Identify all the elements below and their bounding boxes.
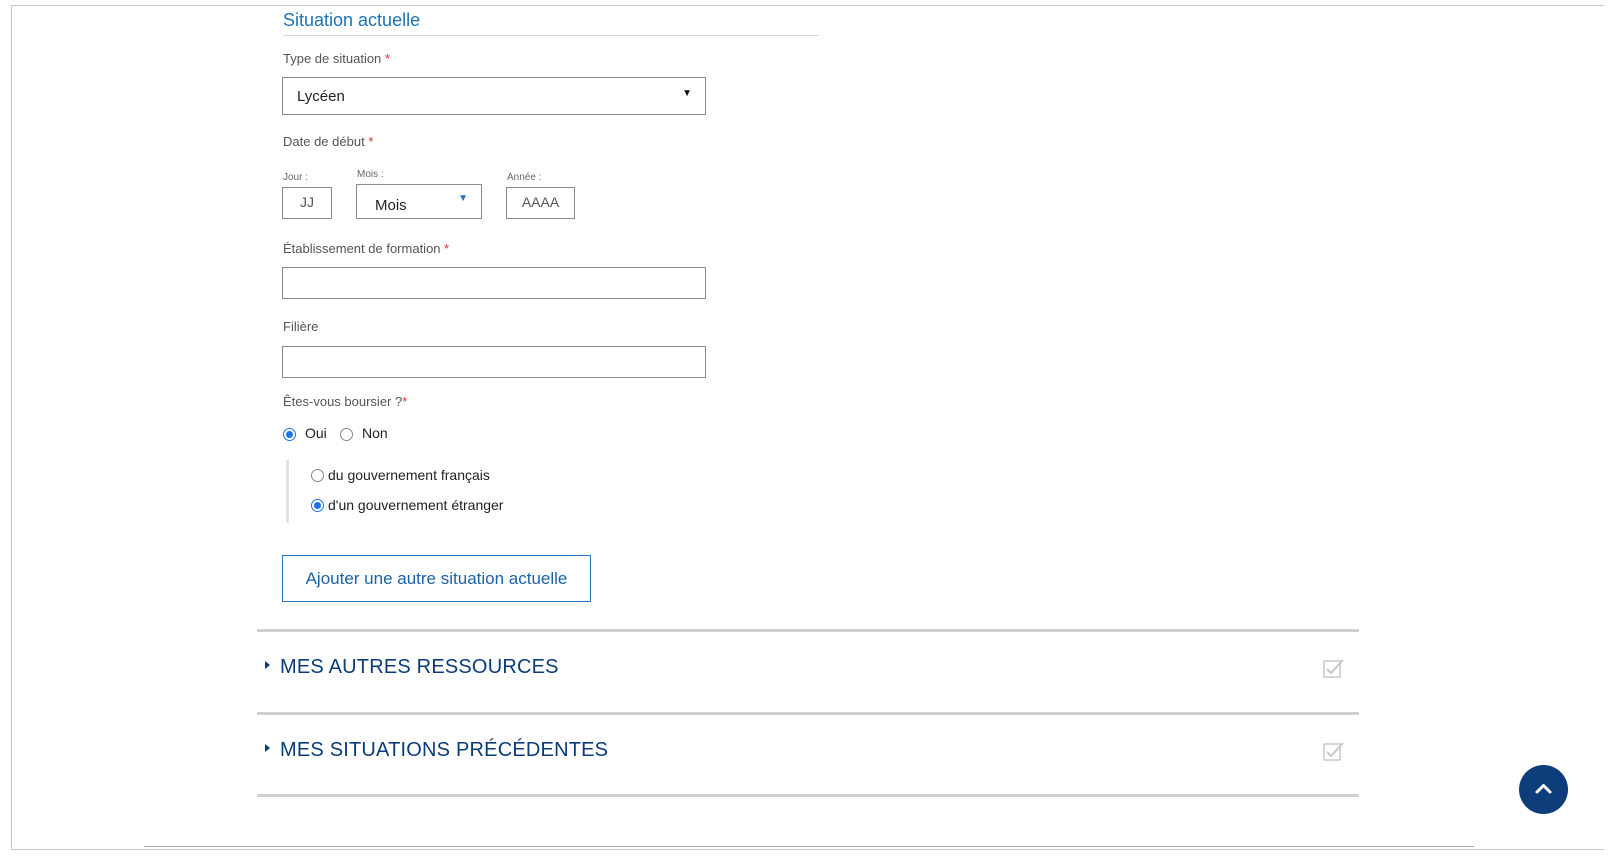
start-date-label-text: Date de début [283,134,365,149]
checkbox-checked-icon [1323,742,1344,761]
day-label: Jour : [283,172,309,183]
caret-right-icon [265,661,270,669]
chevron-up-icon [1535,784,1552,794]
required-mark: * [384,51,390,66]
section-title: Situation actuelle [283,10,421,30]
radio-foreign-government[interactable] [311,499,324,512]
day-placeholder: JJ [300,194,314,210]
month-value: Mois [375,197,407,214]
month-select[interactable]: Mois ▼ [356,184,482,219]
scroll-to-top-button[interactable] [1519,765,1568,814]
year-placeholder: AAAA [521,194,560,210]
required-mark: * [444,241,450,256]
start-date-label: Date de début * [283,134,373,149]
divider [257,794,1359,797]
situation-type-select[interactable]: Lycéen ▼ [282,77,706,115]
radio-oui[interactable] [283,428,296,441]
title-divider [283,35,818,36]
required-mark: * [368,134,374,149]
accordion-previous-situations[interactable]: MES SITUATIONS PRÉCÉDENTES [257,715,1359,795]
caret-down-icon: ▼ [458,193,468,204]
year-label: Année : [507,172,542,183]
checkbox-checked-icon [1323,659,1344,678]
field-input[interactable] [282,346,706,378]
situation-type-label-text: Type de situation [283,51,382,66]
radio-oui-label[interactable]: Oui [305,425,327,441]
radio-french-government-label[interactable]: du gouvernement français [328,467,490,483]
caret-down-icon: ▼ [682,88,692,99]
institution-input[interactable] [282,267,706,299]
accordion-title: MES SITUATIONS PRÉCÉDENTES [280,739,609,761]
day-input[interactable]: JJ [282,187,332,219]
footer-divider [144,846,1474,847]
month-label: Mois : [357,169,384,180]
scholarship-subgroup-bar [286,460,289,523]
scholarship-label-text: Êtes-vous boursier ? [283,394,403,409]
accordion-other-resources[interactable]: MES AUTRES RESSOURCES [257,632,1359,712]
radio-foreign-government-label[interactable]: d'un gouvernement étranger [328,497,503,513]
required-mark: * [402,394,408,409]
radio-non[interactable] [340,428,353,441]
accordion-title: MES AUTRES RESSOURCES [280,656,559,678]
situation-type-value: Lycéen [297,88,345,105]
institution-label-text: Établissement de formation [283,241,441,256]
institution-label: Établissement de formation * [283,241,449,256]
scholarship-label: Êtes-vous boursier ?* [283,394,407,409]
add-situation-button[interactable]: Ajouter une autre situation actuelle [282,555,591,602]
situation-type-label: Type de situation * [283,51,390,66]
year-input[interactable]: AAAA [506,187,575,219]
field-label: Filière [283,319,319,334]
radio-non-label[interactable]: Non [362,425,388,441]
caret-right-icon [265,744,270,752]
radio-french-government[interactable] [311,469,324,482]
